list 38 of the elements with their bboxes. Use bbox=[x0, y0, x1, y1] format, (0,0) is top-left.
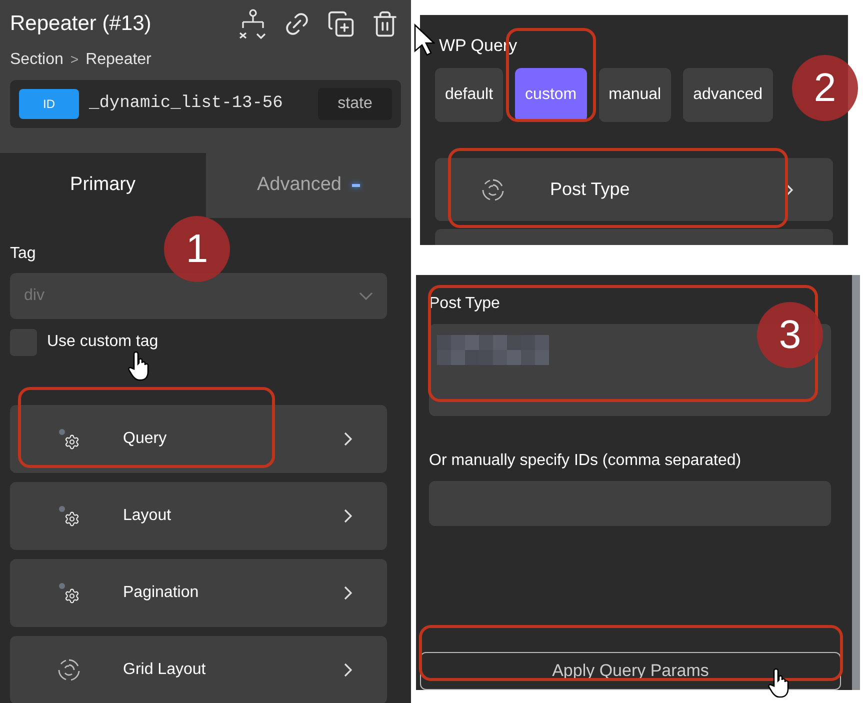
gear-icon bbox=[58, 504, 80, 526]
section-row[interactable]: Layout bbox=[10, 482, 387, 550]
mode-button[interactable]: default bbox=[435, 68, 504, 122]
chevron-right-icon bbox=[344, 586, 352, 600]
element-id: _dynamic_list-13-56 bbox=[89, 92, 284, 115]
breadcrumb-item[interactable]: Repeater bbox=[86, 48, 152, 72]
apply-button[interactable]: Apply Query Params bbox=[420, 652, 841, 690]
duplicate-icon[interactable] bbox=[327, 10, 355, 38]
delete-icon[interactable] bbox=[371, 10, 399, 38]
arrow-cursor-icon bbox=[413, 23, 435, 57]
spinner-icon bbox=[56, 658, 80, 682]
gear-icon bbox=[58, 428, 80, 450]
chevron-right-icon bbox=[344, 432, 352, 446]
breadcrumb-item[interactable]: Section bbox=[10, 48, 64, 72]
chevron-right-icon bbox=[785, 182, 793, 197]
callout-number: 1 bbox=[164, 216, 230, 282]
state-button[interactable]: state bbox=[318, 88, 392, 120]
chevron-down-icon bbox=[359, 292, 373, 300]
checkbox-label: Use custom tag bbox=[47, 332, 158, 352]
chevron-right-icon bbox=[344, 508, 352, 522]
breadcrumb-separator: > bbox=[70, 50, 79, 69]
chevron-right-icon bbox=[344, 662, 352, 676]
id-badge: ID bbox=[19, 88, 79, 118]
hierarchy-icon[interactable] bbox=[239, 8, 267, 39]
section-row[interactable]: Grid Layout bbox=[10, 636, 387, 703]
mode-button[interactable]: manual bbox=[598, 68, 672, 122]
tab[interactable]: Advanced bbox=[206, 152, 411, 218]
panel-title: Repeater (#13) bbox=[10, 11, 152, 37]
section-row[interactable]: Query bbox=[10, 404, 387, 472]
mode-button[interactable]: advanced bbox=[683, 68, 772, 122]
mode-button[interactable]: custom bbox=[515, 68, 587, 122]
callout-number: 2 bbox=[792, 55, 858, 121]
post-type-row[interactable]: Post Type bbox=[435, 158, 833, 222]
gear-icon bbox=[58, 582, 80, 604]
spinner-icon bbox=[480, 178, 504, 202]
section-row[interactable]: Pagination bbox=[10, 558, 387, 626]
field-label: Or manually specify IDs (comma separated) bbox=[429, 451, 742, 472]
field-label: Tag bbox=[10, 244, 36, 264]
